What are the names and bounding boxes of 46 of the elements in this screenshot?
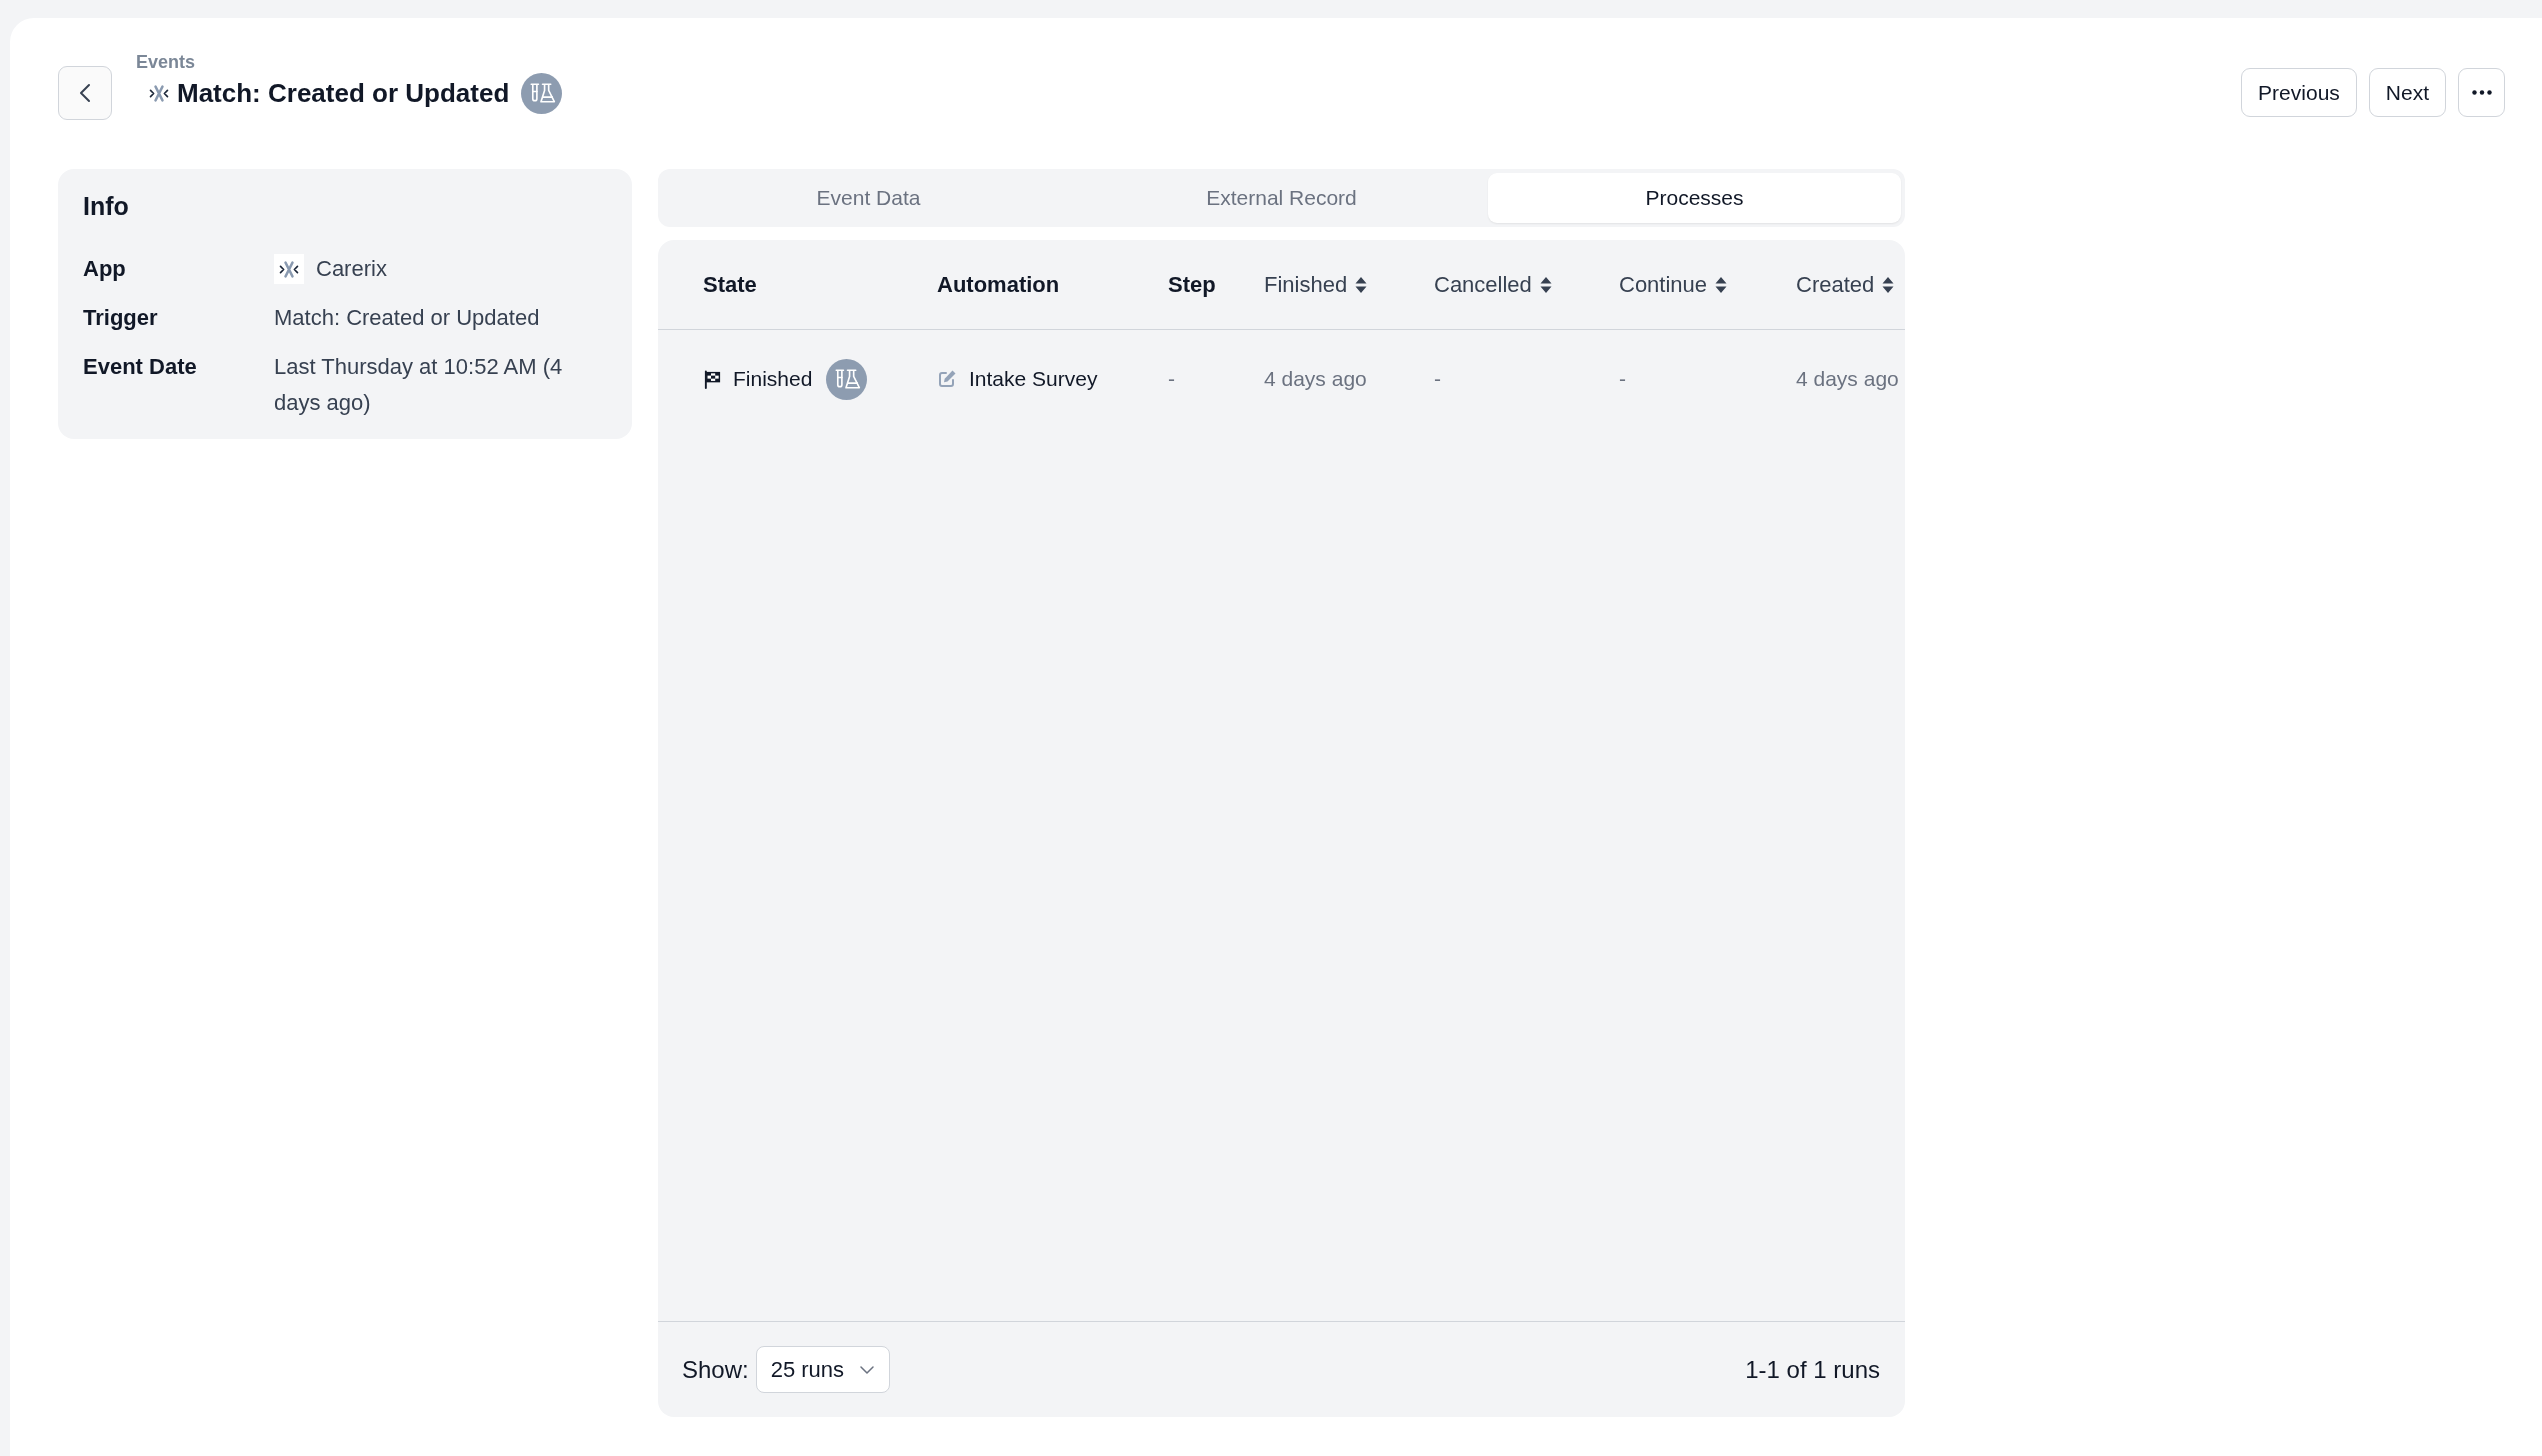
cell-text: - <box>1619 367 1626 391</box>
info-label: Trigger <box>83 304 158 332</box>
breadcrumb-link[interactable]: Events <box>136 51 196 73</box>
chevron-left-icon <box>79 83 91 103</box>
pagination-summary: 1-1 of 1 runs <box>1745 1355 1880 1384</box>
automation-name: Intake Survey <box>969 367 1098 391</box>
chevron-down-icon <box>860 1365 875 1374</box>
info-label: Event Date <box>83 353 197 381</box>
sort-icon <box>1355 275 1368 294</box>
page-size-select[interactable]: 25 runs <box>755 1346 891 1393</box>
column-header[interactable]: Created <box>1796 271 1895 298</box>
cell-text: - <box>1434 367 1441 391</box>
cell-text: - <box>1168 367 1175 391</box>
tab[interactable]: Event Data <box>662 173 1075 223</box>
sort-icon <box>1715 275 1728 294</box>
more-icon <box>2471 90 2492 95</box>
column-header: Automation <box>937 271 1060 298</box>
info-value: Match: Created or Updated <box>274 304 540 332</box>
tab[interactable]: Processes <box>1488 173 1901 223</box>
info-value: Carerix <box>316 255 387 283</box>
info-label: App <box>83 255 126 283</box>
flask-icon <box>826 358 868 400</box>
app-logo-icon <box>149 84 169 102</box>
app-logo-icon <box>274 254 304 284</box>
more-button[interactable] <box>2458 68 2505 117</box>
checkered-flag-icon <box>703 369 722 389</box>
column-header: Step <box>1168 271 1216 298</box>
flask-icon <box>521 72 563 114</box>
previous-button[interactable]: Previous <box>2241 68 2357 117</box>
show-label: Show: <box>682 1355 749 1384</box>
column-header: State <box>703 271 757 298</box>
next-button[interactable]: Next <box>2368 68 2446 117</box>
cell-text: 4 days ago <box>1264 367 1367 391</box>
back-button[interactable] <box>58 66 112 120</box>
column-header[interactable]: Continue <box>1619 271 1728 298</box>
page-title: Match: Created or Updated <box>177 77 510 109</box>
info-value: Last Thursday at 10:52 AM (4 days ago) <box>274 353 564 417</box>
column-header[interactable]: Cancelled <box>1434 271 1552 298</box>
sort-icon <box>1539 275 1552 294</box>
sort-icon <box>1882 275 1895 294</box>
tab[interactable]: External Record <box>1075 173 1488 223</box>
cell-text: 4 days ago <box>1796 367 1899 391</box>
info-title: Info <box>83 191 129 222</box>
state-label: Finished <box>733 367 813 391</box>
edit-icon <box>937 369 957 389</box>
column-header[interactable]: Finished <box>1264 271 1368 298</box>
